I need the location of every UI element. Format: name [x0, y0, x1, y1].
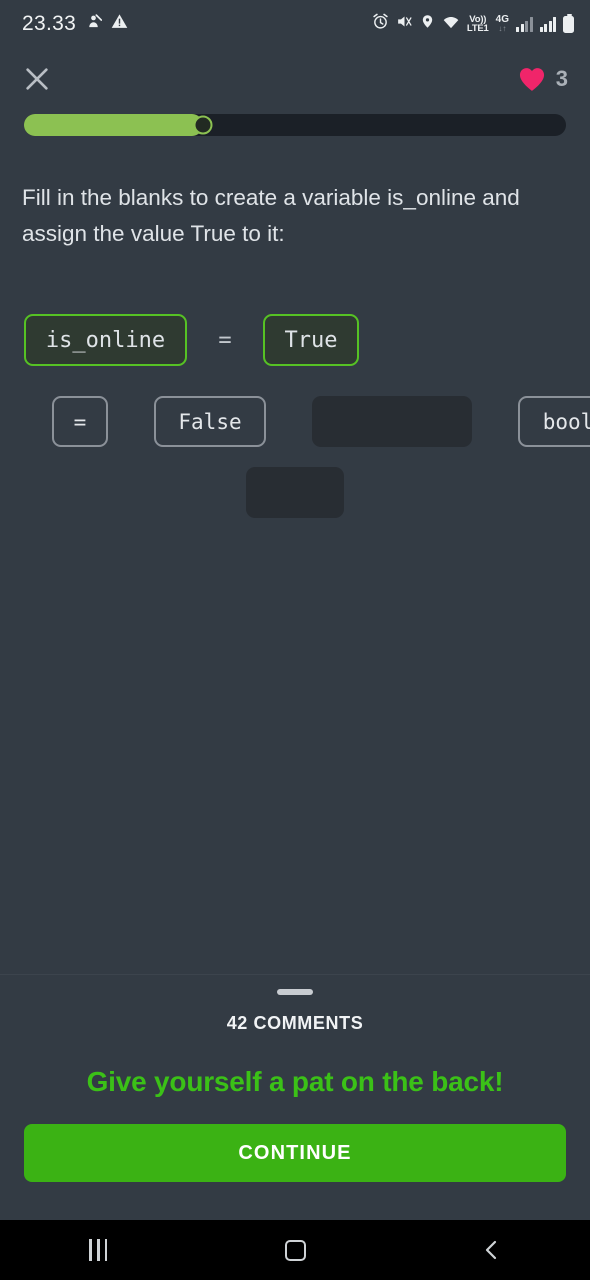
volte-indicator: Vo)) LTE1 — [466, 13, 489, 34]
word-bank-row-2 — [22, 467, 568, 518]
progress-bar-wrapper — [0, 114, 590, 136]
equation-operator: = — [218, 327, 232, 353]
back-button[interactable] — [393, 1238, 590, 1262]
lesson-header: 3 — [0, 48, 590, 110]
word-bank-tile-used — [246, 467, 344, 518]
word-bank-tile[interactable]: bool — [518, 396, 590, 447]
comments-count-label[interactable]: 42 COMMENTS — [0, 1013, 590, 1034]
network-type-indicator: 4G ↓↑ — [495, 14, 509, 33]
warning-triangle-icon — [111, 13, 128, 35]
progress-track — [24, 114, 566, 136]
signal-bars-sim1-icon — [516, 16, 533, 32]
recents-icon — [89, 1239, 108, 1261]
sheet-bottom-spacer — [0, 1182, 590, 1220]
hearts-count: 3 — [555, 66, 568, 91]
word-bank-tile-used — [312, 396, 472, 447]
status-bar-right: Vo)) LTE1 4G ↓↑ — [372, 13, 574, 35]
status-bar-left: 23.33 — [22, 12, 128, 36]
home-button[interactable] — [197, 1239, 394, 1261]
mute-vibrate-icon — [396, 13, 413, 35]
praise-message: Give yourself a pat on the back! — [86, 1066, 504, 1097]
status-bar-clock: 23.33 — [22, 12, 77, 35]
question-text: Fill in the blanks to create a variable … — [22, 185, 520, 246]
close-icon — [26, 68, 48, 90]
location-icon — [420, 13, 435, 35]
drag-handle[interactable] — [277, 989, 313, 995]
hearts-indicator[interactable]: 3 — [517, 66, 568, 92]
status-bar: 23.33 Vo)) LTE1 4G ↓↑ — [0, 0, 590, 48]
word-bank-tile[interactable]: False — [154, 396, 266, 447]
answer-slot-1[interactable]: is_online — [24, 314, 187, 366]
continue-button[interactable]: CONTINUE — [24, 1124, 566, 1182]
progress-fill — [24, 114, 203, 136]
battery-icon — [563, 13, 574, 33]
close-button[interactable] — [20, 62, 54, 96]
alarm-icon — [372, 13, 389, 35]
progress-knob — [193, 115, 213, 135]
do-not-disturb-icon — [85, 13, 103, 35]
signal-bars-sim2-icon — [539, 16, 556, 32]
word-bank: = False bool — [0, 396, 590, 518]
wifi-icon — [442, 14, 460, 35]
home-icon — [284, 1239, 306, 1261]
back-icon — [485, 1240, 496, 1260]
recents-button[interactable] — [0, 1239, 197, 1261]
android-navigation-bar — [0, 1220, 590, 1280]
bottom-sheet: 42 COMMENTS Give yourself a pat on the b… — [0, 974, 590, 1220]
answer-row: is_online = True — [0, 314, 590, 366]
word-bank-row-1: = False bool — [22, 396, 590, 447]
heart-icon — [519, 68, 544, 91]
word-bank-tile[interactable]: = — [52, 396, 108, 447]
answer-slot-2[interactable]: True — [263, 314, 359, 366]
